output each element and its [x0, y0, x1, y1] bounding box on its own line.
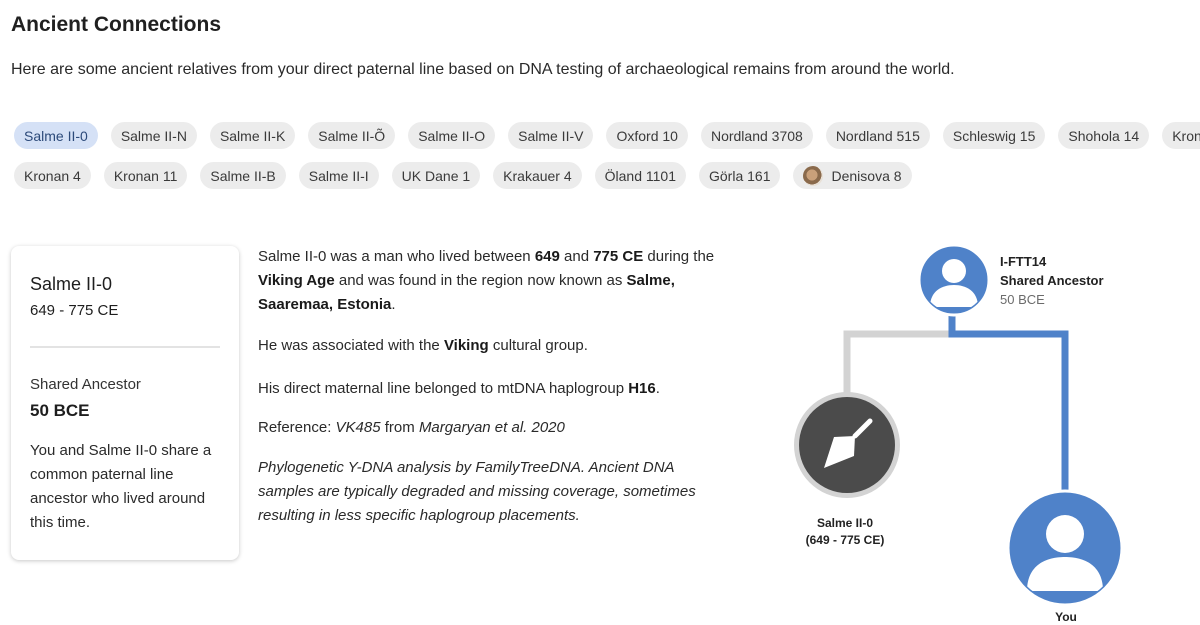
you-node-label: You — [1055, 610, 1077, 624]
page-intro: Here are some ancient relatives from you… — [11, 61, 955, 78]
chip-shohola-14[interactable]: Shohola 14 — [1058, 122, 1150, 149]
you-connector-line — [948, 290, 1069, 495]
card-dates: 649 - 775 CE — [30, 302, 119, 319]
match-node-label: Salme II-0 (649 - 775 CE) — [780, 515, 910, 549]
chip-uk-dane-1[interactable]: UK Dane 1 — [391, 162, 481, 189]
you-node[interactable] — [1006, 489, 1124, 607]
ancestor-haplogroup: I-FTT14 — [1000, 254, 1047, 269]
match-node[interactable] — [794, 392, 900, 498]
chip-salme-ii-0[interactable]: Salme II-0 — [14, 122, 98, 149]
detail-mtdna: His direct maternal line belonged to mtD… — [258, 380, 660, 397]
denisova-avatar-icon — [803, 165, 824, 186]
chip-oland-1101[interactable]: Öland 1101 — [594, 162, 686, 189]
chip-salme-ii-v[interactable]: Salme II-V — [508, 122, 594, 149]
chip-kronan-13[interactable]: Kronan 13 — [1162, 122, 1200, 149]
match-connector-line — [843, 330, 952, 395]
chip-row-1: Salme II-0 Salme II-N Salme II-K Salme I… — [14, 122, 1200, 149]
chip-salme-ii-o[interactable]: Salme II-O — [408, 122, 496, 149]
chip-salme-ii-k[interactable]: Salme II-K — [209, 122, 296, 149]
chip-denisova-8[interactable]: Denisova 8 — [793, 162, 912, 189]
lineage-tree: I-FTT14 Shared Ancestor 50 BCE Salme II-… — [760, 235, 1200, 625]
chip-gorla-161[interactable]: Görla 161 — [699, 162, 781, 189]
match-name: Salme II-0 — [816, 516, 874, 530]
detail-analysis-note: Phylogenetic Y-DNA analysis by FamilyTre… — [258, 459, 696, 524]
detail-reference: Reference: VK485 from Margaryan et al. 2… — [258, 419, 565, 436]
chip-nordland-515[interactable]: Nordland 515 — [825, 122, 930, 149]
chip-label: Denisova 8 — [831, 167, 902, 184]
chip-krakauer-4[interactable]: Krakauer 4 — [493, 162, 582, 189]
detail-culture: He was associated with the Viking cultur… — [258, 337, 588, 354]
chip-salme-ii-b[interactable]: Salme II-B — [200, 162, 286, 189]
chip-salme-ii-o-umlaut[interactable]: Salme II-Õ — [308, 122, 396, 149]
ancestor-node[interactable] — [917, 243, 991, 317]
chip-kronan-11[interactable]: Kronan 11 — [103, 162, 188, 189]
detail-lifespan: Salme II-0 was a man who lived between 6… — [258, 248, 715, 313]
relative-chips: Salme II-0 Salme II-N Salme II-K Salme I… — [14, 122, 1200, 202]
chip-oxford-10[interactable]: Oxford 10 — [606, 122, 688, 149]
match-dates: (649 - 775 CE) — [805, 533, 885, 547]
ancestor-role: Shared Ancestor — [1000, 273, 1104, 288]
ancestor-date: 50 BCE — [1000, 292, 1045, 307]
shared-ancestor-label: Shared Ancestor — [30, 376, 141, 393]
card-divider — [30, 346, 220, 348]
chip-schleswig-15[interactable]: Schleswig 15 — [942, 122, 1046, 149]
shared-ancestor-date: 50 BCE — [30, 401, 90, 420]
chip-salme-ii-i[interactable]: Salme II-I — [298, 162, 379, 189]
chip-salme-ii-n[interactable]: Salme II-N — [110, 122, 197, 149]
card-name: Salme II-0 — [30, 274, 113, 294]
chip-row-2: Kronan 4 Kronan 11 Salme II-B Salme II-I… — [14, 162, 1200, 189]
card-description: You and Salme II-0 share a common patern… — [30, 442, 212, 531]
summary-card: Salme II-0 649 - 775 CE Shared Ancestor … — [11, 246, 239, 560]
chip-kronan-4[interactable]: Kronan 4 — [14, 162, 91, 189]
page-title: Ancient Connections — [11, 13, 222, 36]
tree-graphic — [794, 243, 1124, 607]
chip-nordland-3708[interactable]: Nordland 3708 — [700, 122, 813, 149]
